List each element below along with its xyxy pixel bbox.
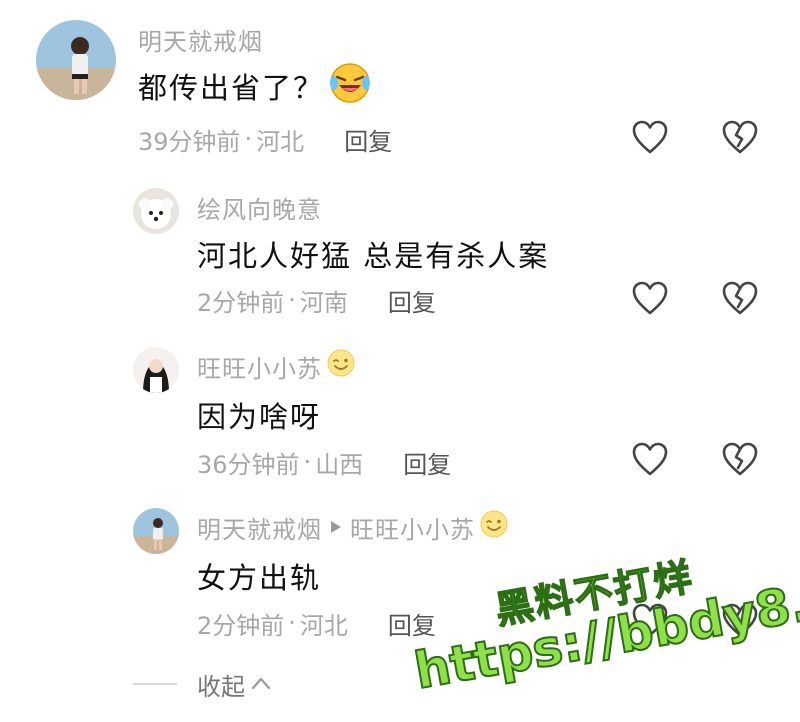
reply-to-username[interactable]: 旺旺小小苏: [350, 510, 475, 545]
comment-text-content: 因为啥呀: [197, 400, 322, 434]
comment-username[interactable]: 旺旺小小苏: [197, 349, 356, 383]
avatar[interactable]: [133, 188, 179, 234]
dislike-broken-heart-icon[interactable]: [722, 603, 758, 639]
like-heart-icon[interactable]: [632, 281, 668, 317]
comment-meta: 2分钟前 · 河北 回复: [197, 605, 436, 641]
like-heart-icon[interactable]: [632, 442, 668, 478]
triangle-right-icon: [330, 520, 342, 534]
comment-text-content: 女方出轨: [197, 561, 322, 595]
divider: [133, 683, 177, 685]
winking-emoji-icon: [326, 348, 356, 384]
avatar[interactable]: [133, 347, 179, 393]
comment-location: 河南: [299, 288, 348, 317]
comment-time: 2分钟前: [197, 611, 285, 640]
comment-time: 36分钟前: [197, 450, 300, 479]
like-heart-icon[interactable]: [632, 603, 668, 639]
reply-button[interactable]: 回复: [388, 606, 436, 641]
comment-location: 河北: [256, 127, 305, 156]
comment-username[interactable]: 明天就戒烟 旺旺小小苏: [197, 510, 509, 544]
chevron-up-icon: [245, 675, 271, 694]
meta-separator: ·: [288, 286, 296, 314]
reply-item: 明天就戒烟 旺旺小小苏 女方出轨 2分钟前 · 河北 回复: [0, 500, 800, 660]
comment-time: 2分钟前: [197, 288, 285, 317]
comment-meta: 36分钟前 · 山西 回复: [197, 444, 451, 480]
like-heart-icon[interactable]: [632, 120, 668, 156]
comment-text: 都传出省了？: [138, 62, 372, 106]
meta-separator: ·: [303, 448, 312, 476]
comment-time: 39分钟前: [138, 127, 241, 156]
comment-text-content: 都传出省了？: [138, 71, 325, 105]
comment-text: 女方出轨: [197, 556, 321, 596]
collapse-replies-button[interactable]: 收起: [133, 668, 271, 701]
dislike-broken-heart-icon[interactable]: [722, 281, 758, 317]
reply-button[interactable]: 回复: [388, 283, 436, 318]
reply-button[interactable]: 回复: [403, 445, 451, 480]
laughing-crying-emoji-icon: [328, 61, 372, 112]
comment-location: 河北: [299, 611, 348, 640]
comment-meta: 39分钟前 · 河北 回复: [138, 121, 392, 157]
meta-separator: ·: [244, 125, 253, 153]
comment-text: 因为啥呀: [197, 395, 321, 435]
comment-item: 明天就戒烟 都传出省了？ 39分钟前 · 河北 回复: [0, 0, 800, 170]
reply-item: 绘风向晚意 河北人好猛 总是有杀人案 2分钟前 · 河南 回复: [0, 170, 800, 335]
username-label: 绘风向晚意: [197, 195, 322, 224]
username-label: 旺旺小小苏: [197, 354, 322, 383]
comment-text-content: 河北人好猛 总是有杀人案: [197, 239, 550, 273]
dislike-broken-heart-icon[interactable]: [722, 442, 758, 478]
winking-emoji-icon: [479, 509, 509, 545]
comment-username[interactable]: 绘风向晚意: [197, 190, 322, 224]
reply-item: 旺旺小小苏 因为啥呀 36分钟前 · 山西 回复: [0, 335, 800, 500]
reply-button[interactable]: 回复: [344, 122, 392, 157]
avatar[interactable]: [36, 20, 116, 100]
comment-location: 山西: [315, 450, 364, 479]
dislike-broken-heart-icon[interactable]: [722, 120, 758, 156]
username-label: 明天就戒烟: [197, 515, 322, 544]
comment-username[interactable]: 明天就戒烟: [138, 22, 263, 56]
meta-separator: ·: [288, 609, 296, 637]
username-label: 明天就戒烟: [138, 27, 263, 56]
comment-meta: 2分钟前 · 河南 回复: [197, 282, 436, 318]
collapse-label: 收起: [197, 672, 245, 701]
avatar[interactable]: [133, 508, 179, 554]
comment-text: 河北人好猛 总是有杀人案: [197, 234, 549, 274]
